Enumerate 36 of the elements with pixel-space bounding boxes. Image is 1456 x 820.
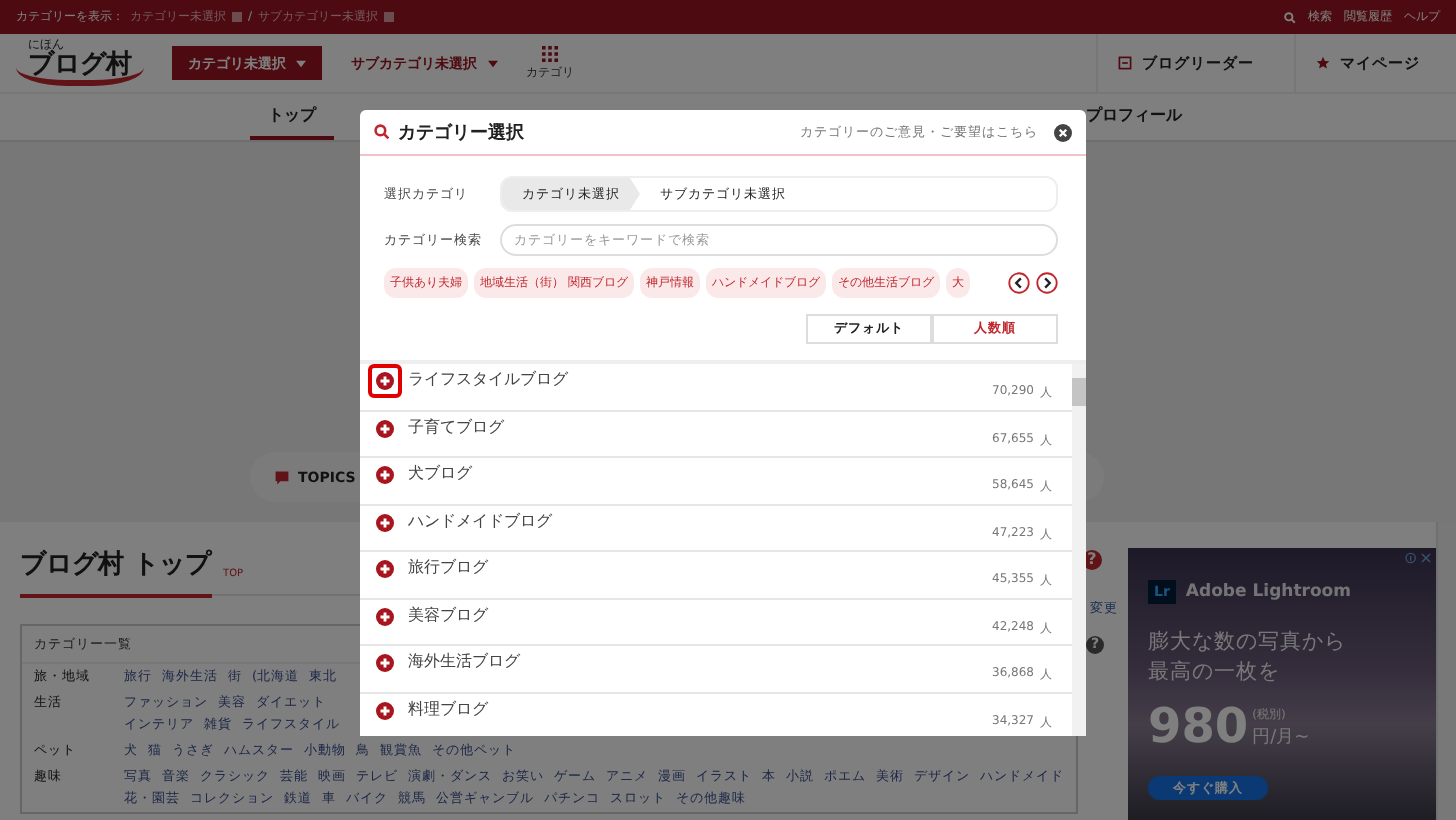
category-name: 美容ブログ <box>408 603 488 625</box>
category-name: 海外生活ブログ <box>408 650 520 672</box>
search-icon <box>374 124 390 140</box>
plus-icon[interactable] <box>376 654 394 672</box>
brand-name: Adobe Lightroom <box>1185 582 1351 602</box>
reader-icon <box>1118 56 1132 70</box>
category-name: 料理ブログ <box>408 697 488 719</box>
category-name: ライフスタイルブログ <box>408 368 568 390</box>
category-name: 子育てブログ <box>408 415 504 437</box>
category-name: ハンドメイドブログ <box>408 509 552 531</box>
caret-icon <box>296 59 307 67</box>
plus-icon[interactable] <box>376 607 394 625</box>
plus-icon[interactable] <box>376 466 394 484</box>
plus-icon[interactable] <box>376 513 394 531</box>
speech-bubble-icon <box>274 469 290 485</box>
category-name: 犬ブログ <box>408 462 472 484</box>
page-title: ブログ村 トップ <box>20 546 212 598</box>
plus-icon[interactable] <box>376 560 394 578</box>
category-name: 旅行ブログ <box>408 556 488 578</box>
caret-icon <box>487 59 498 67</box>
grid-icon <box>232 12 242 22</box>
grid-icon <box>384 12 395 22</box>
chevron-right-icon[interactable] <box>1036 272 1058 294</box>
plus-icon[interactable] <box>376 419 394 437</box>
star-icon <box>1316 56 1330 70</box>
ad-headline: 最高の一枚を <box>1148 660 1282 684</box>
page-scrollbar[interactable] <box>1435 522 1456 820</box>
chevron-left-icon[interactable] <box>1008 272 1030 294</box>
plus-icon[interactable] <box>376 701 394 719</box>
plus-icon[interactable] <box>376 372 394 390</box>
ad-headline: 膨大な数の写真から <box>1148 630 1348 654</box>
price: 980 <box>1148 702 1249 750</box>
grid-icon[interactable] <box>541 45 558 61</box>
dialog-title: カテゴリー選択 <box>398 121 524 145</box>
search-icon <box>1284 11 1296 23</box>
close-icon[interactable] <box>1054 123 1072 141</box>
